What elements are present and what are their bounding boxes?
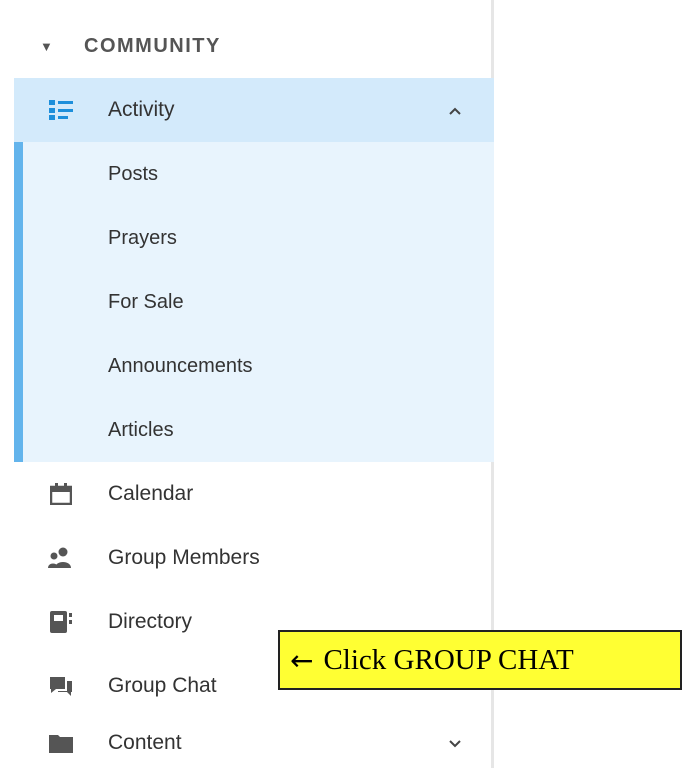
chevron-up-icon[interactable] [448, 100, 462, 121]
sidebar-item-label: Group Chat [108, 674, 217, 697]
chat-icon [48, 673, 74, 699]
arrow-left-icon: ← [290, 643, 314, 677]
sidebar-item-label: Content [108, 731, 182, 754]
people-icon [48, 545, 74, 571]
directory-icon [48, 609, 74, 635]
chevron-down-icon[interactable] [448, 733, 462, 754]
sidebar-item-label: Directory [108, 610, 193, 633]
section-header-community[interactable]: ▼ COMMUNITY [28, 24, 494, 68]
sidebar-item-label: Activity [108, 98, 175, 121]
sub-item-label: Articles [108, 418, 174, 441]
callout-text: Click GROUP CHAT [323, 643, 574, 676]
section-header-label: COMMUNITY [84, 34, 221, 57]
sub-item-label: For Sale [108, 290, 184, 313]
sub-item-label: Announcements [108, 354, 253, 377]
sidebar-item-activity[interactable]: Activity [14, 78, 494, 142]
sidebar-item-group-members[interactable]: Group Members [14, 526, 494, 590]
sub-item-articles[interactable]: Articles [14, 398, 494, 462]
sub-item-label: Posts [108, 162, 159, 185]
sub-item-for-sale[interactable]: For Sale [14, 270, 494, 334]
sub-item-prayers[interactable]: Prayers [14, 206, 494, 270]
sidebar-item-content[interactable]: Content [14, 718, 494, 768]
sidebar-item-label: Group Members [108, 546, 260, 569]
calendar-icon [48, 481, 74, 507]
activity-list-icon [48, 97, 74, 123]
sidebar-item-label: Calendar [108, 482, 194, 505]
sub-item-posts[interactable]: Posts [14, 142, 494, 206]
caret-down-icon: ▼ [40, 38, 55, 54]
sub-item-label: Prayers [108, 226, 177, 249]
instruction-callout: ← Click GROUP CHAT [278, 630, 682, 690]
sub-item-announcements[interactable]: Announcements [14, 334, 494, 398]
sidebar-item-calendar[interactable]: Calendar [14, 462, 494, 526]
folder-icon [48, 730, 74, 756]
